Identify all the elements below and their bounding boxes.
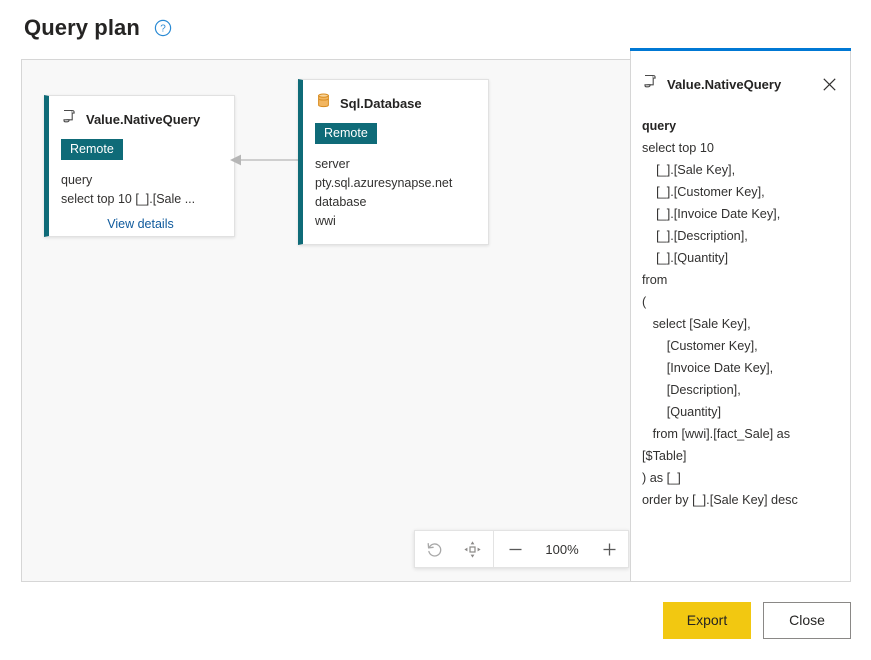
toolbar-divider	[493, 531, 494, 567]
side-panel-body: query select top 10 [_].[Sale Key], [_].…	[631, 95, 850, 511]
query-field-value: select top 10 [_].[Sale Key], [_].[Custo…	[642, 141, 798, 507]
query-scroll-icon	[61, 108, 78, 130]
node-header: Value.NativeQuery	[61, 108, 220, 130]
help-circle-icon[interactable]: ?	[154, 19, 172, 37]
node-field-database-value: wwi	[315, 214, 336, 228]
node-title: Sql.Database	[340, 95, 422, 111]
view-details-link[interactable]: View details	[61, 217, 220, 231]
status-badge-remote: Remote	[61, 139, 123, 160]
side-panel-header: Value.NativeQuery	[631, 51, 850, 95]
fit-to-view-icon[interactable]	[453, 531, 491, 567]
query-scroll-icon	[642, 73, 659, 95]
zoom-toolbar[interactable]: 100%	[414, 530, 629, 568]
dialog-footer: Export Close	[0, 598, 871, 642]
close-x-icon[interactable]	[818, 73, 840, 95]
node-field-server-label: server	[315, 157, 350, 171]
node-field-server-value: pty.sql.azuresynapse.net	[315, 176, 453, 190]
page-title: Query plan	[24, 14, 140, 40]
zoom-level-value[interactable]: 100%	[534, 542, 590, 557]
undo-arrow-icon[interactable]	[415, 531, 453, 567]
node-field-key: query	[61, 173, 93, 187]
close-button[interactable]: Close	[763, 601, 851, 639]
node-field-database-label: database	[315, 195, 367, 209]
node-details-panel: Value.NativeQuery query select top 10 [_…	[630, 51, 851, 582]
node-header: Sql.Database	[315, 92, 474, 114]
minus-icon[interactable]	[496, 531, 534, 567]
svg-text:?: ?	[160, 23, 166, 34]
plus-icon[interactable]	[590, 531, 628, 567]
status-badge-remote: Remote	[315, 123, 377, 144]
node-field-value: select top 10 [_].[Sale ...	[61, 192, 196, 206]
query-field-label: query	[642, 119, 677, 133]
graph-node-value-native-query[interactable]: Value.NativeQuery Remote query select to…	[44, 95, 235, 237]
graph-node-sql-database[interactable]: Sql.Database Remote server pty.sql.azure…	[298, 79, 489, 245]
dialog-header: Query plan ?	[0, 0, 871, 55]
side-panel-title: Value.NativeQuery	[667, 76, 782, 92]
export-button[interactable]: Export	[663, 601, 751, 639]
node-title: Value.NativeQuery	[86, 111, 201, 127]
database-cylinder-icon	[315, 92, 332, 114]
